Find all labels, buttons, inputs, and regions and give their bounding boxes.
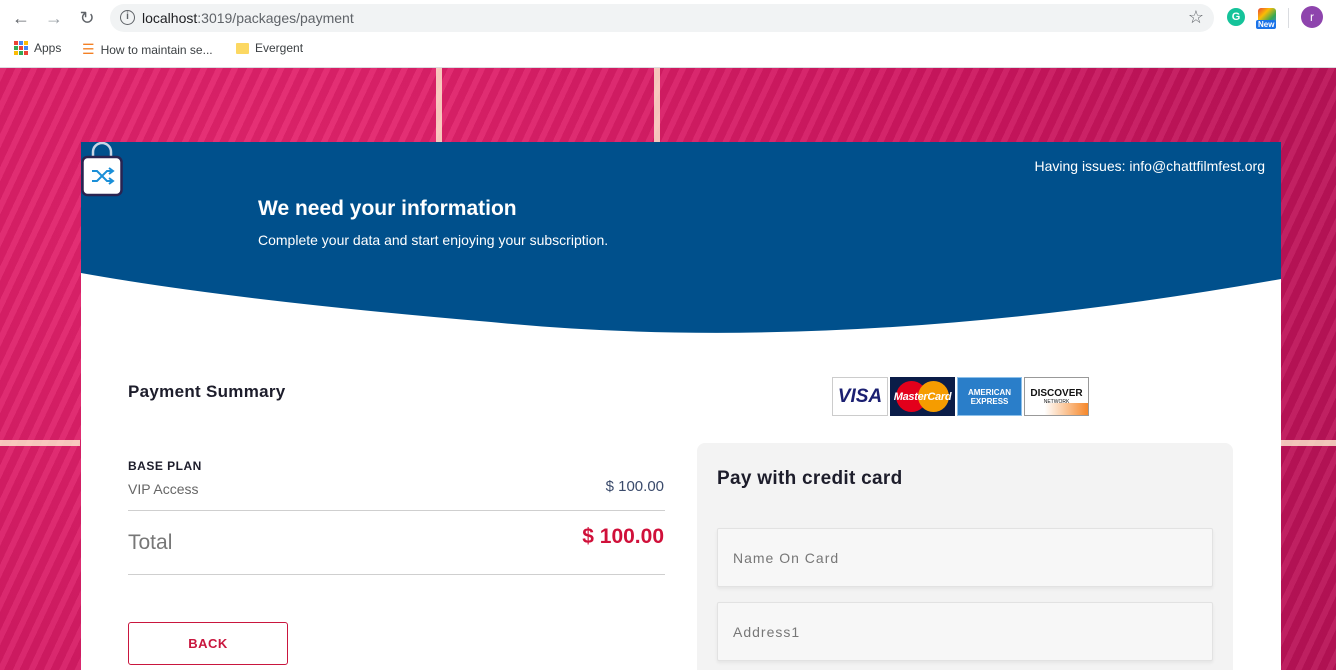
url-text[interactable]: localhost:3019/packages/payment	[142, 10, 354, 26]
discover-logo-icon: DISCOVER NETWORK	[1024, 377, 1089, 416]
new-badge: New	[1256, 20, 1277, 29]
back-button[interactable]: BACK	[128, 622, 288, 665]
form-title: Pay with credit card	[717, 468, 903, 489]
amex-text-line2: EXPRESS	[970, 396, 1009, 406]
grammarly-extension-icon[interactable]: G	[1227, 8, 1245, 26]
mastercard-text: MasterCard	[893, 390, 952, 403]
forward-arrow-icon[interactable]: →	[42, 6, 66, 30]
background-streak	[1281, 440, 1336, 446]
bookmark-how-to-maintain[interactable]: ☰ How to maintain se...	[82, 41, 213, 58]
page-background: Having issues: info@chattfilmfest.org We…	[0, 68, 1336, 670]
address-bar[interactable]: i localhost:3019/packages/payment ☆	[110, 4, 1214, 32]
mastercard-logo-icon: MasterCard	[890, 377, 955, 416]
page-subtitle: Complete your data and start enjoying yo…	[258, 232, 609, 248]
toolbar-divider	[1288, 8, 1289, 28]
browser-chrome: ← → ↻ i localhost:3019/packages/payment …	[0, 0, 1336, 68]
accepted-cards: VISA MasterCard AMERICAN EXPRESS DISCOVER…	[832, 377, 1089, 416]
total-value: $ 100.00	[582, 525, 664, 548]
visa-logo-icon: VISA	[832, 377, 888, 416]
background-streak	[0, 440, 80, 446]
plan-label: BASE PLAN	[128, 459, 202, 473]
info-icon[interactable]: i	[120, 10, 135, 25]
total-label: Total	[128, 531, 173, 554]
name-on-card-field[interactable]	[717, 528, 1213, 587]
apps-grid-icon	[14, 41, 28, 55]
plan-name: VIP Access	[128, 481, 199, 497]
stackoverflow-icon: ☰	[82, 41, 95, 57]
support-contact[interactable]: Having issues: info@chattfilmfest.org	[1034, 158, 1265, 174]
folder-icon	[236, 42, 249, 54]
bookmark-label: Apps	[34, 41, 62, 55]
bookmark-evergent[interactable]: Evergent	[236, 41, 303, 55]
address1-field[interactable]	[717, 602, 1213, 661]
back-arrow-icon[interactable]: ←	[9, 6, 33, 30]
background-streak	[436, 68, 442, 142]
amex-logo-icon: AMERICAN EXPRESS	[957, 377, 1022, 416]
summary-title: Payment Summary	[128, 382, 286, 401]
discover-text: DISCOVER	[1030, 388, 1083, 399]
reload-icon[interactable]: ↻	[75, 6, 99, 30]
bookmark-apps[interactable]: Apps	[14, 41, 61, 55]
plan-price: $ 100.00	[605, 478, 664, 495]
total-divider	[128, 574, 665, 575]
discover-subtext: NETWORK	[1043, 399, 1070, 405]
bookmark-label: How to maintain se...	[100, 42, 213, 57]
bookmark-star-icon[interactable]: ☆	[1188, 7, 1204, 28]
info-header: Having issues: info@chattfilmfest.org We…	[81, 142, 1281, 342]
credit-card-form: Pay with credit card	[697, 443, 1233, 670]
background-streak	[654, 68, 660, 142]
browser-toolbar: ← → ↻ i localhost:3019/packages/payment …	[0, 0, 1336, 36]
page-title: We need your information	[258, 197, 517, 220]
bookmark-label: Evergent	[255, 41, 304, 55]
bookmarks-bar: Apps ☰ How to maintain se... Evergent	[0, 38, 1336, 62]
summary-divider	[128, 510, 665, 511]
payment-card: Having issues: info@chattfilmfest.org We…	[81, 142, 1281, 670]
amex-text-line1: AMERICAN	[967, 387, 1012, 397]
profile-avatar[interactable]: r	[1301, 6, 1323, 28]
shopping-bag-shuffle-icon	[81, 142, 123, 197]
